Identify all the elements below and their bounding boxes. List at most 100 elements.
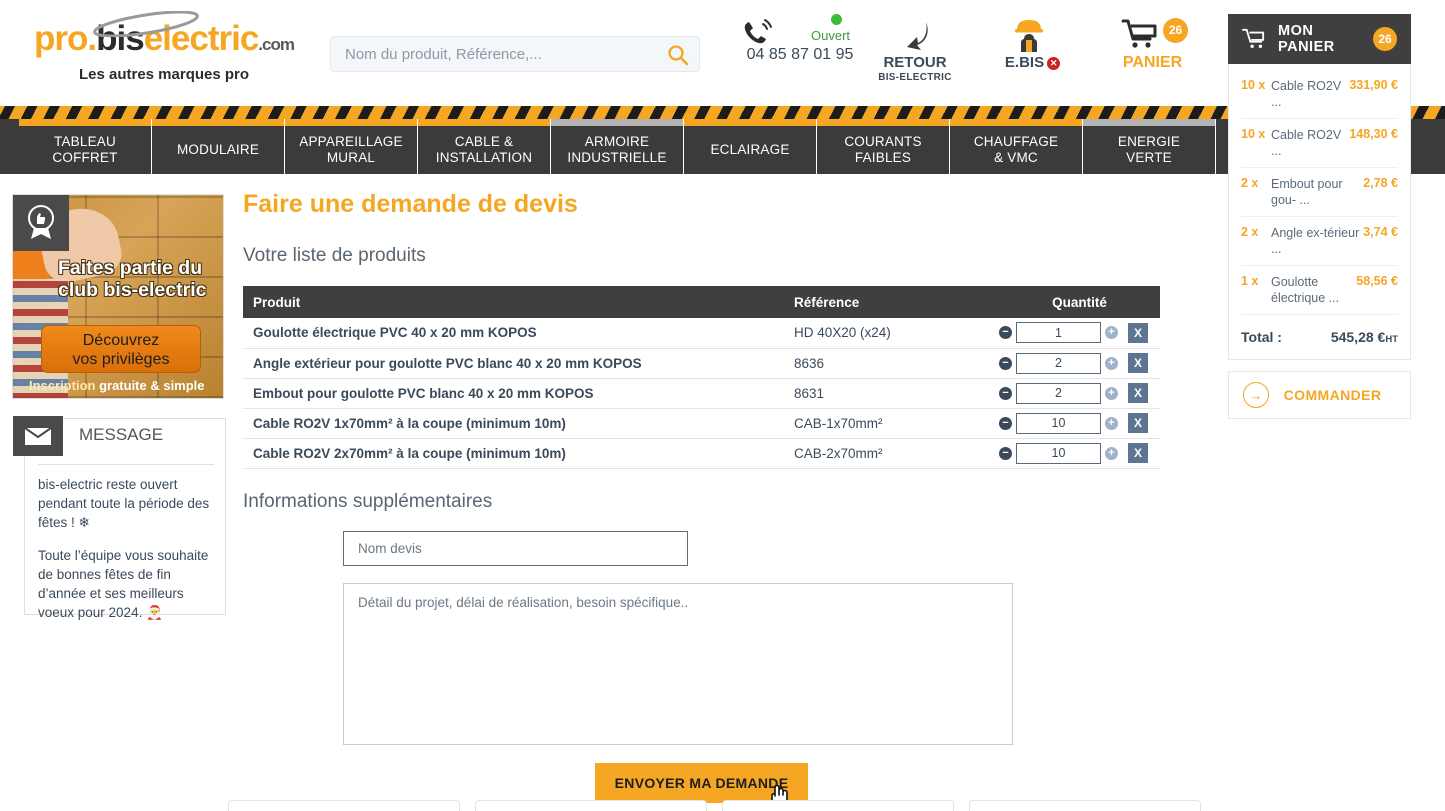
remove-row-button[interactable]: X [1128, 443, 1148, 463]
remove-row-button[interactable]: X [1128, 383, 1148, 403]
cart-side-panel: MON PANIER 26 10 x Cable RO2V ... 331,90 €… [1228, 14, 1411, 419]
retour-label: RETOUR [883, 54, 947, 71]
site-logo[interactable]: pro.biselectric.com Les autres marques p… [14, 11, 314, 83]
main-content: Faire une demande de devis Votre liste d… [243, 190, 1193, 803]
nav-item-accent-bar [950, 119, 1082, 126]
order-button-label: COMMANDER [1283, 387, 1382, 403]
quantity-increase-button[interactable]: + [1105, 416, 1118, 430]
promo-banner[interactable]: Faites partie du club bis-electric Décou… [12, 194, 224, 399]
cell-product: Goulotte électrique PVC 40 x 20 mm KOPOS [243, 318, 784, 349]
footer-box[interactable] [475, 800, 707, 811]
quantity-increase-button[interactable]: + [1105, 326, 1118, 340]
quantity-input[interactable] [1016, 322, 1101, 344]
quantity-input[interactable] [1016, 382, 1101, 404]
message-title: MESSAGE [79, 425, 164, 444]
logo-wordmark: pro.biselectric.com [14, 20, 314, 64]
table-row: Embout pour goulotte PVC blanc 40 x 20 m… [243, 378, 1160, 409]
cart-list-item[interactable]: 10 x Cable RO2V ... 331,90 € [1241, 70, 1398, 119]
order-button[interactable]: → COMMANDER [1228, 371, 1411, 419]
promo-cta-line1: Découvrez [82, 332, 160, 349]
nav-item-label: APPAREILLAGE MURAL [299, 134, 403, 165]
header-cart[interactable]: 26 PANIER [1105, 12, 1200, 72]
cart-list-item[interactable]: 1 x Goulotte électrique ... 58,56 € [1241, 266, 1398, 315]
footer-box-row [228, 800, 1218, 811]
cart-list-item[interactable]: 2 x Embout pour gou- ... 2,78 € [1241, 168, 1398, 217]
header-retour[interactable]: RETOUR BIS-ELECTRIC [865, 16, 965, 83]
quantity-decrease-button[interactable]: − [999, 386, 1012, 400]
promo-cta-button[interactable]: Découvrez vos privilèges [41, 325, 201, 373]
logo-tld: .com [258, 35, 295, 54]
cell-product: Cable RO2V 2x70mm² à la coupe (minimum 1… [243, 438, 784, 469]
nav-item-energie[interactable]: ENERGIE VERTE [1083, 119, 1216, 174]
footer-box[interactable] [969, 800, 1201, 811]
nav-item-label: CHAUFFAGE & VMC [973, 134, 1059, 165]
quantity-input[interactable] [1016, 412, 1101, 434]
nav-item-eclairage[interactable]: ECLAIRAGE [684, 119, 817, 174]
nav-item-accent-bar [285, 119, 417, 126]
cell-quantity: − + X [999, 438, 1160, 469]
cart-item-name: Angle ex-térieur ... [1271, 226, 1360, 256]
quantity-increase-button[interactable]: + [1105, 356, 1118, 370]
promo-footnote-prefix: Inscription [29, 378, 100, 393]
quantity-stepper: − + X [999, 352, 1160, 374]
status-dot [831, 14, 842, 25]
cart-list-item[interactable]: 10 x Cable RO2V ... 148,30 € [1241, 119, 1398, 168]
logo-pro: pro [34, 19, 88, 58]
cart-item-qty: 10 x [1241, 127, 1266, 141]
worker-helmet-icon [1015, 20, 1043, 52]
remove-row-button[interactable]: X [1128, 353, 1148, 373]
cart-total-row: Total : 545,28 €HT [1241, 315, 1398, 349]
nav-item-tableau[interactable]: TABLEAU COFFRET [19, 119, 152, 174]
nav-item-label: CABLE & INSTALLATION [435, 134, 533, 165]
award-ribbon-icon [28, 205, 54, 239]
nav-item-courants[interactable]: COURANTS FAIBLES [817, 119, 950, 174]
quantity-decrease-button[interactable]: − [999, 326, 1012, 340]
cell-quantity: − + X [999, 318, 1160, 349]
remove-row-button[interactable]: X [1128, 413, 1148, 433]
quote-name-input[interactable] [343, 530, 688, 566]
footer-box[interactable] [722, 800, 954, 811]
search-bar[interactable] [330, 36, 700, 72]
table-row: Cable RO2V 2x70mm² à la coupe (minimum 1… [243, 438, 1160, 469]
quantity-decrease-button[interactable]: − [999, 416, 1012, 430]
arrow-right-icon: → [1243, 382, 1269, 408]
cart-item-price: 2,78 € [1363, 176, 1398, 190]
remove-row-button[interactable]: X [1128, 322, 1148, 343]
footer-box[interactable] [228, 800, 460, 811]
nav-item-cable-[interactable]: CABLE & INSTALLATION [418, 119, 551, 174]
nav-item-modulaire[interactable]: MODULAIRE [152, 119, 285, 174]
project-details-textarea[interactable] [343, 582, 1013, 745]
column-header-quantity: Quantité [999, 286, 1160, 318]
cart-list-item[interactable]: 2 x Angle ex-térieur ... 3,74 € [1241, 217, 1398, 266]
quantity-input[interactable] [1016, 442, 1101, 464]
nav-item-label: ARMOIRE INDUSTRIELLE [567, 134, 667, 165]
cart-icon [1242, 28, 1265, 48]
quantity-increase-button[interactable]: + [1105, 386, 1118, 400]
quantity-increase-button[interactable]: + [1105, 446, 1118, 460]
search-icon[interactable] [667, 44, 689, 66]
quantity-decrease-button[interactable]: − [999, 446, 1012, 460]
cart-panel-header[interactable]: MON PANIER 26 [1228, 14, 1411, 64]
nav-item-chauffage[interactable]: CHAUFFAGE & VMC [950, 119, 1083, 174]
cart-item-qty: 2 x [1241, 176, 1259, 190]
promo-badge-corner [13, 195, 69, 251]
account-label: E.BIS ✕ [985, 54, 1080, 71]
search-input[interactable] [345, 37, 665, 71]
nav-item-list: TABLEAU COFFRET MODULAIRE APPAREILLAGE MURAL… [19, 119, 1216, 174]
header-account[interactable]: E.BIS ✕ [985, 14, 1080, 71]
cell-reference: 8636 [784, 348, 999, 379]
message-body: bis-electric reste ouvert pendant toute … [38, 464, 214, 622]
cart-item-qty: 2 x [1241, 225, 1259, 239]
additional-info-title: Informations supplémentaires [243, 490, 493, 512]
nav-item-armoire[interactable]: ARMOIRE INDUSTRIELLE [551, 119, 684, 174]
envelope-icon [24, 426, 52, 445]
logo-tagline: Les autres marques pro [78, 66, 250, 83]
quantity-decrease-button[interactable]: − [999, 356, 1012, 370]
cart-total-suffix: HT [1385, 334, 1398, 345]
logo-bis: bis [96, 19, 145, 58]
quantity-input[interactable] [1016, 352, 1101, 374]
promo-headline-line2: club bis-electric [58, 279, 207, 301]
nav-item-appareillage[interactable]: APPAREILLAGE MURAL [285, 119, 418, 174]
header-phone[interactable]: Ouvert 04 85 87 01 95 [735, 14, 865, 64]
account-disconnect-icon[interactable]: ✕ [1047, 57, 1061, 70]
